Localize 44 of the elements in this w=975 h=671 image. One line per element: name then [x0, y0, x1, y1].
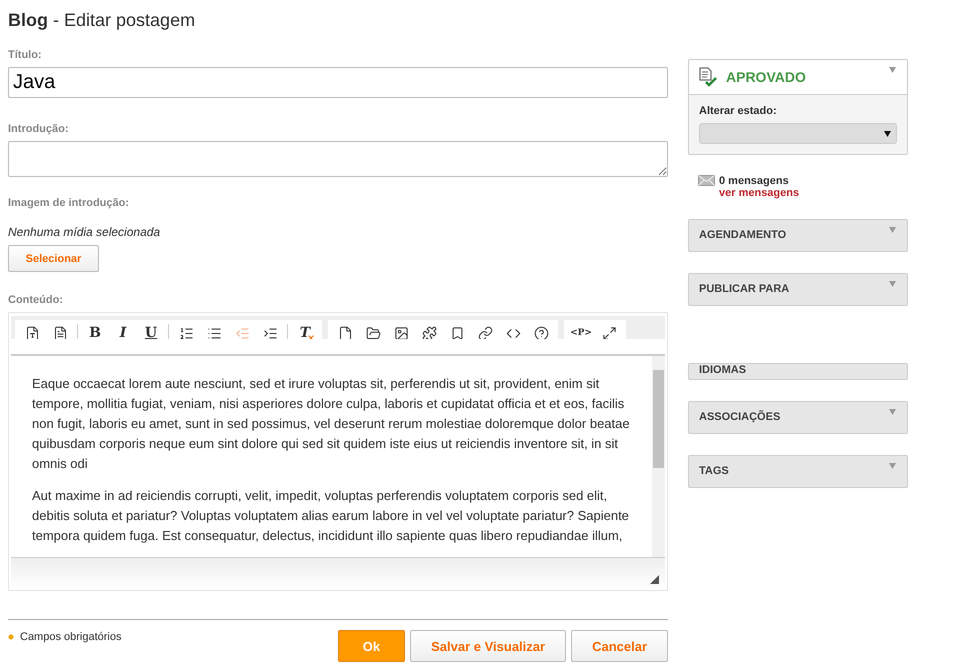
collapsed-panel[interactable]: ASSOCIAÇÕES: [688, 401, 908, 434]
underline-button[interactable]: U: [138, 322, 164, 340]
required-note: Campos obrigatórios: [20, 631, 122, 643]
remove-format-button[interactable]: T: [292, 322, 318, 340]
paragraph: Eaque occaecat lorem aute nesciunt, sed et irure voluptas sit, perferendis ut sit, provident, enim sit tempore, mollitia fugiat, veniam, nisi asperiores dolore culpa, laboris et cupidatat officia et et eos, facilis non fugit, laboris eu amet, sunt in sed possimus, vel deserunt rerum molestiae doloremque dolor beatae quibusdam corporis neque eum sint dolore qui sed sit quidem iste eius ut reiciendis inventore sit, in sit omnis odi: [32, 374, 631, 473]
paragraph: Aut maxime in ad reiciendis corrupti, velit, impedit, voluptas perferendis voluptatem corporis sed elit, debitis soluta et pariatur? Voluptas voluptatem alias earum labore in vel vel voluptate pariatur? Sapiente tempora quidem fuga. Est consequatur, delectus, incididunt illo sapiente quas libero repudiandae illum,: [32, 486, 630, 545]
dropdown-arrow-icon: [884, 130, 891, 136]
status-text: APROVADO: [726, 69, 806, 85]
collapsed-panel[interactable]: PUBLICAR PARA: [688, 273, 908, 306]
page-title: Blog - Editar postagem: [8, 10, 196, 31]
indent-icon: [262, 326, 278, 340]
message-count: 0 mensagens: [719, 175, 790, 187]
field-label: Alterar estado:: [699, 105, 778, 117]
folder-icon: [366, 326, 380, 340]
field-label: Imagem de introdução:: [8, 197, 130, 209]
bookmark-icon: [450, 326, 464, 340]
template-icon: [24, 326, 40, 340]
template-icon: [52, 326, 68, 340]
caret-icon[interactable]: [889, 67, 896, 73]
scrollbar[interactable]: [652, 356, 665, 557]
link-icon: [478, 326, 492, 340]
image-icon: [394, 326, 408, 340]
field-label: Título:: [8, 49, 43, 61]
italic-button[interactable]: I: [110, 322, 136, 340]
messages-link[interactable]: ver mensagens: [719, 187, 800, 199]
bullet-list-icon: [206, 326, 222, 340]
bold-button[interactable]: B: [82, 322, 108, 340]
numbered-list-icon: [178, 326, 194, 340]
page-icon: [338, 326, 352, 340]
resize-handle-icon[interactable]: [650, 575, 659, 584]
fullscreen-icon: [602, 326, 616, 340]
mail-icon: [698, 175, 715, 186]
no-media-text: Nenhuma mídia selecionada: [8, 225, 162, 239]
title-input[interactable]: Java: [8, 67, 668, 98]
puzzle-icon: [422, 326, 436, 340]
outdent-icon: [234, 326, 250, 340]
collapsed-panel[interactable]: TAGS: [688, 455, 908, 488]
field-label: Introdução:: [8, 123, 70, 135]
help-icon: [534, 326, 548, 340]
collapsed-panel[interactable]: AGENDAMENTO: [688, 219, 908, 252]
collapsed-panel[interactable]: IDIOMAS: [688, 363, 908, 380]
asterisk-icon: [8, 634, 14, 640]
approved-document-icon: [698, 67, 718, 87]
field-label: Conteúdo:: [8, 294, 64, 306]
